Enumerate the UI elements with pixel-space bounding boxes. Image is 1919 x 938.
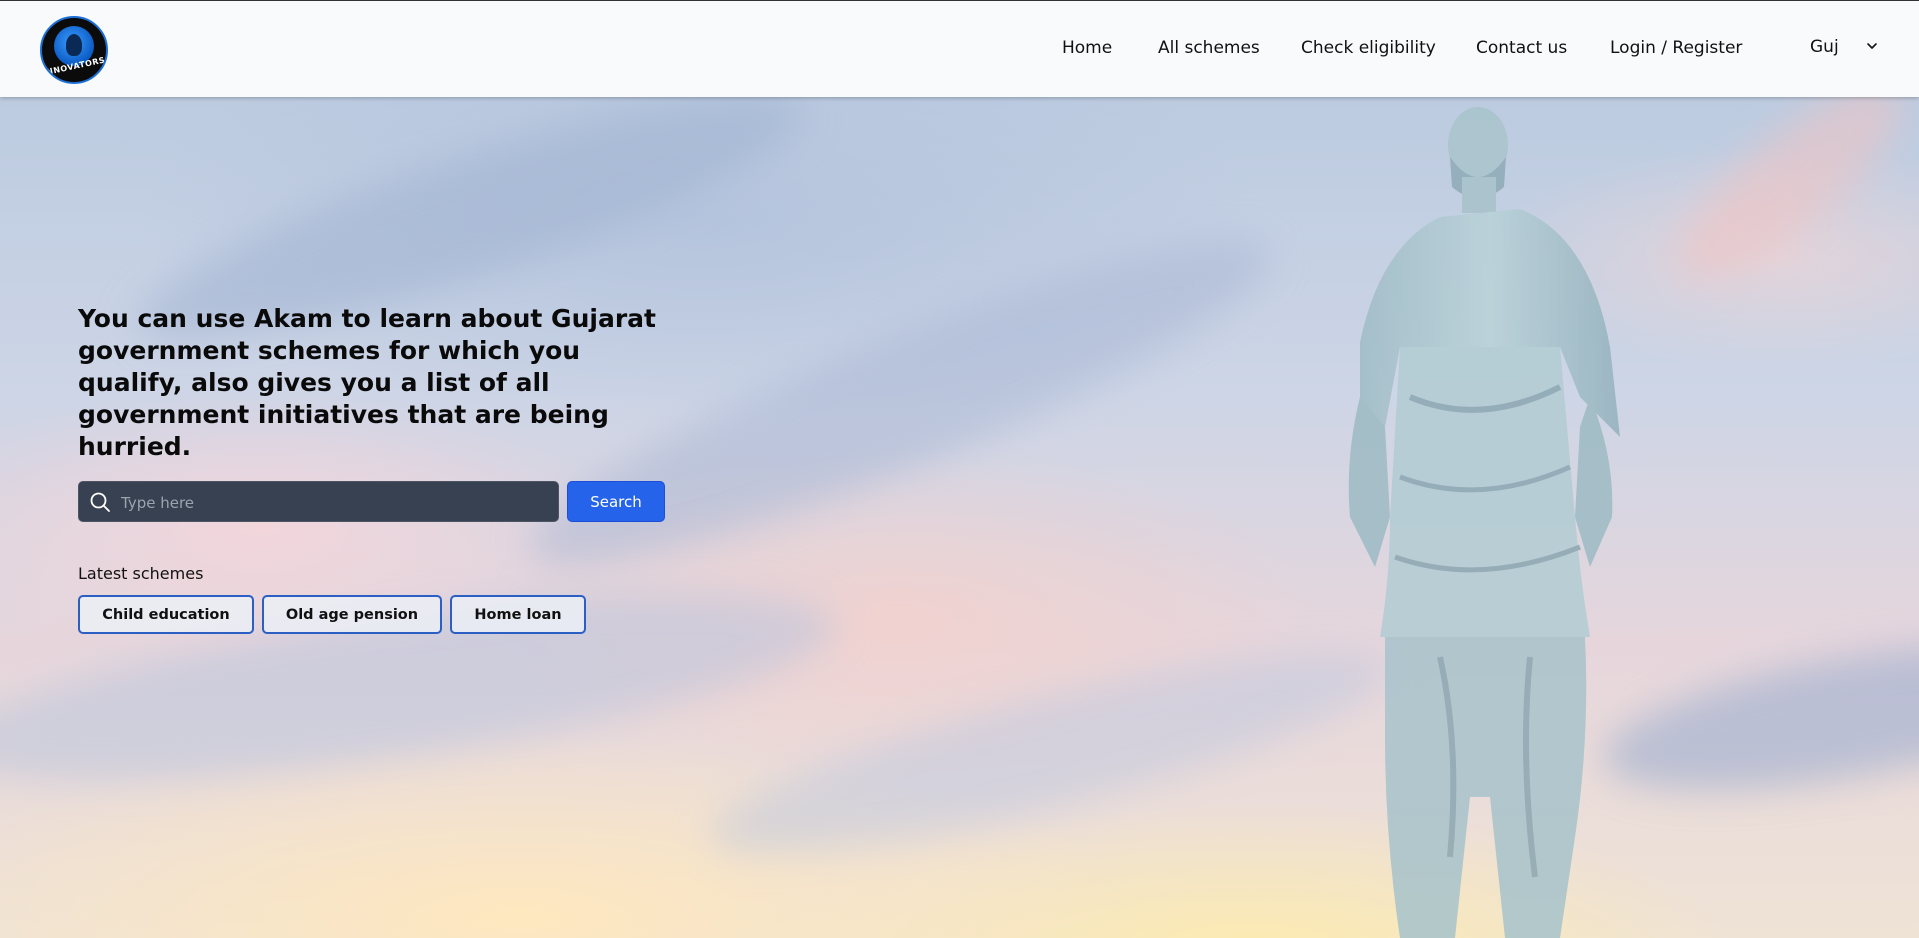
nav-contact-us-link[interactable]: Contact us (1476, 38, 1567, 58)
cloud-streak (1653, 97, 1919, 307)
scheme-chip-child-education[interactable]: Child education (78, 595, 254, 634)
chevron-down-icon[interactable] (1865, 39, 1879, 53)
scheme-chip-home-loan[interactable]: Home loan (450, 595, 586, 634)
latest-schemes-label: Latest schemes (78, 564, 204, 583)
nav-login-register-link[interactable]: Login / Register (1610, 38, 1742, 58)
hero-headline: You can use Akam to learn about Gujarat … (78, 304, 656, 461)
scheme-chip-old-age-pension[interactable]: Old age pension (262, 595, 442, 634)
innovators-logo[interactable]: INNOVATORS (40, 16, 108, 84)
nav-all-schemes-link[interactable]: All schemes (1158, 38, 1260, 58)
search-bar (78, 481, 559, 523)
statue-image (1348, 107, 1620, 938)
nav-check-eligibility-link[interactable]: Check eligibility (1301, 38, 1436, 58)
top-navbar: INNOVATORS Home All schemes Check eligib… (0, 0, 1919, 97)
search-button[interactable]: Search (567, 481, 665, 522)
nav-home-link[interactable]: Home (1062, 38, 1112, 58)
search-icon (90, 492, 110, 512)
language-select[interactable]: Guj (1810, 37, 1839, 57)
search-input[interactable] (119, 482, 553, 523)
logo-head-icon (66, 34, 82, 56)
